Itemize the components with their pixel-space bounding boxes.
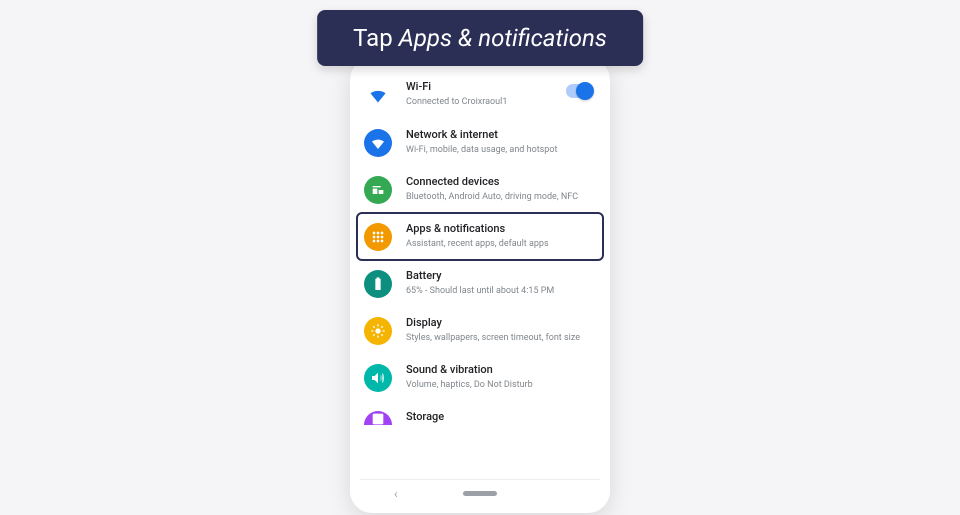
wifi-icon <box>364 129 392 157</box>
row-sub: Connected to Croixraoul1 <box>406 96 566 108</box>
row-wifi[interactable]: Wi-Fi Connected to Croixraoul1 <box>350 76 610 119</box>
navigation-bar: ‹ <box>360 479 600 507</box>
row-sub: Bluetooth, Android Auto, driving mode, N… <box>406 191 592 203</box>
row-title: Connected devices <box>406 175 592 190</box>
row-sub: Volume, haptics, Do Not Disturb <box>406 379 592 391</box>
row-title: Network & internet <box>406 128 592 143</box>
row-sub: Styles, wallpapers, screen timeout, font… <box>406 332 592 344</box>
instruction-banner: Tap Apps & notifications <box>317 10 643 66</box>
battery-icon <box>364 270 392 298</box>
row-network-internet[interactable]: Network & internet Wi-Fi, mobile, data u… <box>350 119 610 166</box>
back-button[interactable]: ‹ <box>394 487 398 501</box>
row-title: Wi-Fi <box>406 80 566 95</box>
row-sub: Assistant, recent apps, default apps <box>406 238 592 250</box>
row-connected-devices[interactable]: Connected devices Bluetooth, Android Aut… <box>350 166 610 213</box>
row-title: Display <box>406 316 592 331</box>
row-battery[interactable]: Battery 65% - Should last until about 4:… <box>350 260 610 307</box>
instruction-prefix: Tap <box>353 24 398 52</box>
settings-list: Wi-Fi Connected to Croixraoul1 Network &… <box>350 58 610 513</box>
row-sound-vibration[interactable]: Sound & vibration Volume, haptics, Do No… <box>350 354 610 401</box>
instruction-emphasis: Apps & notifications <box>399 24 607 52</box>
row-sub: Wi-Fi, mobile, data usage, and hotspot <box>406 144 592 156</box>
row-storage[interactable]: Storage <box>350 401 610 425</box>
brightness-icon <box>364 317 392 345</box>
volume-icon <box>364 364 392 392</box>
home-pill[interactable] <box>463 491 497 496</box>
row-title: Storage <box>406 410 592 425</box>
devices-icon <box>364 176 392 204</box>
wifi-icon <box>364 81 392 109</box>
row-apps-notifications[interactable]: Apps & notifications Assistant, recent a… <box>350 213 610 260</box>
wifi-toggle[interactable] <box>566 84 592 98</box>
row-title: Sound & vibration <box>406 363 592 378</box>
row-sub: 65% - Should last until about 4:15 PM <box>406 285 592 297</box>
row-title: Battery <box>406 269 592 284</box>
storage-icon <box>364 411 392 425</box>
phone-frame: Wi-Fi Connected to Croixraoul1 Network &… <box>350 58 610 513</box>
row-display[interactable]: Display Styles, wallpapers, screen timeo… <box>350 307 610 354</box>
apps-grid-icon <box>364 223 392 251</box>
row-title: Apps & notifications <box>406 222 592 237</box>
